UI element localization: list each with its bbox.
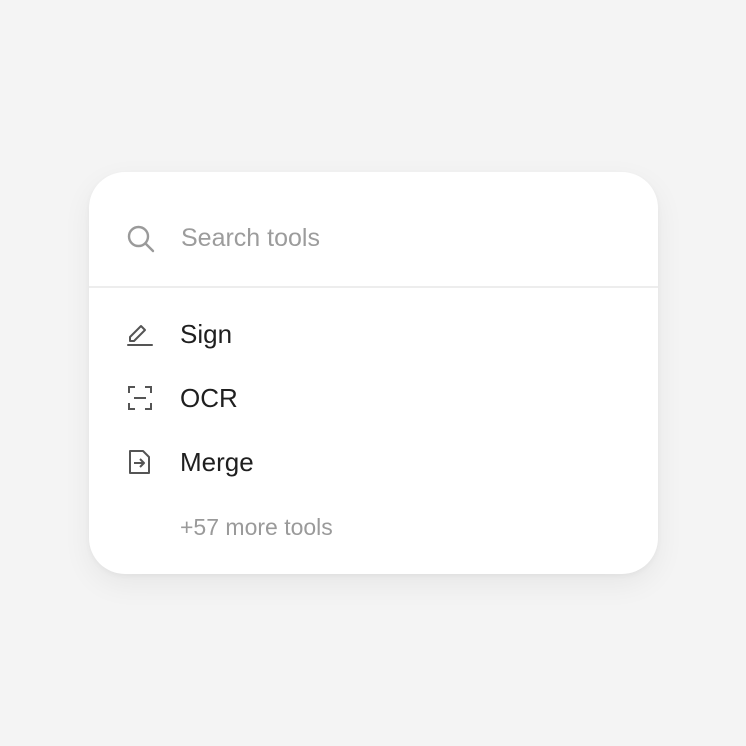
divider (89, 286, 658, 288)
tool-item-ocr[interactable]: OCR (89, 370, 658, 426)
tool-item-sign[interactable]: Sign (89, 306, 658, 362)
file-import-icon (129, 450, 150, 474)
search-row[interactable] (89, 172, 658, 286)
more-tools-link[interactable]: +57 more tools (180, 512, 333, 542)
tool-item-label: Merge (180, 447, 254, 477)
scan-icon (128, 386, 152, 410)
search-input[interactable] (181, 220, 601, 256)
tool-item-label: Sign (180, 319, 233, 349)
search-icon (127, 225, 155, 253)
tool-item-merge[interactable]: Merge (89, 434, 658, 490)
pen-icon (127, 325, 153, 346)
tool-item-label: OCR (180, 383, 238, 413)
tools-palette-card: Sign OCR Merge +57 more tools (89, 172, 658, 574)
